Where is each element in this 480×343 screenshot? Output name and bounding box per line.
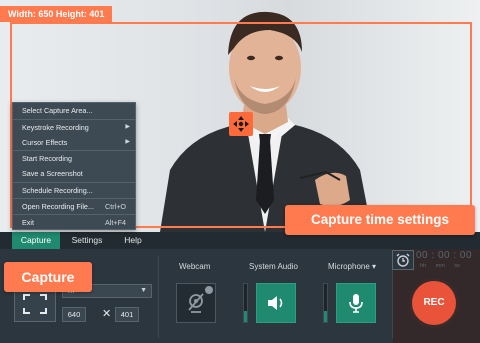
microphone-icon: [349, 294, 363, 313]
menu-item-save-screenshot[interactable]: Save a Screenshot: [13, 166, 135, 182]
rec-button[interactable]: REC: [412, 281, 456, 325]
webcam-off-icon: [188, 293, 204, 313]
menu-item-start-recording[interactable]: Start Recording: [13, 150, 135, 166]
selection-frame-icon: [23, 294, 47, 314]
speaker-icon: [268, 296, 283, 310]
system-audio-label: System Audio: [249, 262, 298, 271]
menu-item-shortcut: Alt+F4: [105, 217, 126, 227]
menu-item-cursor-effects[interactable]: Cursor Effects ▶: [13, 135, 135, 151]
tab-settings[interactable]: Settings: [62, 232, 112, 249]
menu-item-label: Open Recording File...: [22, 201, 94, 211]
level-fill: [244, 311, 247, 322]
microphone-level-meter: [323, 283, 328, 323]
menu-item-shortcut: Ctrl+O: [105, 201, 126, 211]
menu-item-label: Select Capture Area...: [22, 106, 93, 115]
dimension-separator: ✕: [102, 308, 112, 320]
microphone-dropdown[interactable]: Microphone ▾: [328, 262, 376, 271]
capture-time-settings-callout: Capture time settings: [285, 205, 475, 235]
capture-size-label: Width: 650 Height: 401: [0, 6, 113, 22]
move-arrows-icon: [233, 116, 249, 132]
menu-item-exit[interactable]: Exit Alt+F4: [13, 213, 135, 230]
menu-item-label: Keystroke Recording: [22, 122, 89, 132]
system-audio-level-meter: [243, 283, 248, 323]
height-input[interactable]: 401: [115, 307, 139, 322]
submenu-arrow-icon: ▶: [125, 123, 130, 130]
menu-item-open-recording-file[interactable]: Open Recording File... Ctrl+O: [13, 197, 135, 214]
microphone-toggle-button[interactable]: [336, 283, 376, 323]
tab-help[interactable]: Help: [114, 232, 152, 249]
timer-units: hh mm ss: [420, 263, 460, 269]
webcam-toggle-button[interactable]: [176, 283, 216, 323]
capture-timer-button[interactable]: [392, 250, 414, 270]
webcam-settings-gear-icon[interactable]: [205, 286, 213, 294]
menu-item-label: Cursor Effects: [22, 137, 68, 147]
submenu-arrow-icon: ▶: [125, 138, 130, 145]
system-audio-toggle-button[interactable]: [256, 283, 296, 323]
menu-item-label: Schedule Recording...: [22, 185, 93, 195]
timer-display: 00 : 00 : 00: [416, 250, 473, 261]
alarm-clock-icon: [396, 253, 410, 267]
menu-item-label: Exit: [22, 217, 34, 227]
webcam-label: Webcam: [179, 262, 211, 271]
menu-item-label: Start Recording: [22, 154, 72, 164]
width-input[interactable]: 640: [62, 307, 86, 322]
capture-callout: Capture: [4, 262, 92, 292]
divider: [158, 256, 159, 338]
menu-item-select-capture-area[interactable]: Select Capture Area...: [13, 103, 135, 119]
menu-item-label: Save a Screenshot: [22, 169, 83, 179]
level-fill: [324, 311, 327, 322]
chevron-down-icon: ▼: [140, 287, 147, 294]
tab-capture[interactable]: Capture: [12, 232, 60, 249]
menu-item-keystroke-recording[interactable]: Keystroke Recording ▶: [13, 118, 135, 135]
capture-context-menu: Select Capture Area... Keystroke Recordi…: [12, 102, 136, 231]
menu-item-schedule-recording[interactable]: Schedule Recording...: [13, 181, 135, 198]
move-handle[interactable]: [229, 112, 253, 136]
